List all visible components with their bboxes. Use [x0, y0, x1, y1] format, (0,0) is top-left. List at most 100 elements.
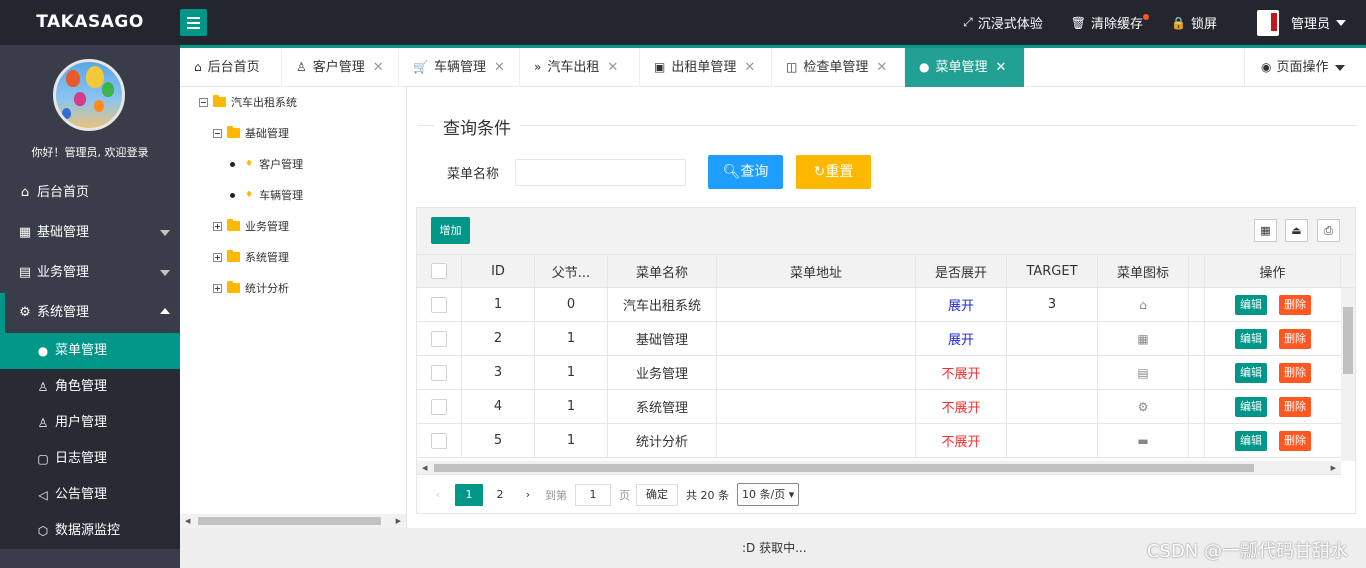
lock-screen-button[interactable]: 🔒 锁屏	[1157, 0, 1243, 45]
speaker-icon: ◁	[38, 488, 48, 502]
tab-home[interactable]: ⌂ 后台首页	[180, 48, 282, 87]
menu-table: 增加 ▦ ⏏ ⎙ ID 父节... 菜单名称 菜单地址 是否展开 TARGET …	[416, 207, 1356, 514]
edit-button[interactable]: 编辑	[1235, 362, 1267, 383]
tab-customer[interactable]: ♙ 客户管理 ✕	[282, 48, 399, 87]
col-target[interactable]: TARGET	[1007, 255, 1098, 287]
query-button[interactable]: 🔍︎查询	[708, 155, 783, 189]
expand-icon[interactable]	[213, 252, 222, 262]
collapse-icon[interactable]	[199, 97, 208, 107]
row-checkbox[interactable]	[431, 398, 447, 415]
scroll-left-icon[interactable]: ◀	[422, 464, 427, 472]
table-row: 5 1 统计分析 不展开 ▬ 编辑 删除	[417, 424, 1341, 458]
select-all-checkbox[interactable]	[431, 263, 447, 279]
tree-node-customer[interactable]: ♦ 客户管理	[230, 154, 303, 174]
tab-vehicle[interactable]: 🛒 车辆管理 ✕	[399, 48, 520, 87]
print-icon[interactable]: ⎙	[1317, 219, 1340, 242]
close-icon[interactable]: ✕	[876, 48, 887, 87]
sidebar-item-datasource[interactable]: ⬡ 数据源监控	[0, 513, 180, 549]
add-button[interactable]: 增加	[431, 217, 470, 244]
edit-button[interactable]: 编辑	[1235, 294, 1267, 315]
next-page-icon[interactable]: ›	[517, 484, 539, 506]
menu-name-input[interactable]	[515, 159, 686, 186]
cell-name: 汽车出租系统	[608, 288, 717, 321]
row-checkbox[interactable]	[431, 296, 447, 313]
sidebar-item-basic[interactable]: ▦ 基础管理	[0, 213, 180, 253]
caret-up-icon	[160, 308, 170, 314]
prev-page-icon[interactable]: ‹	[427, 484, 449, 506]
tree-node-basic[interactable]: 基础管理	[213, 123, 289, 143]
reset-button[interactable]: ↻重置	[796, 155, 871, 189]
goto-confirm-button[interactable]: 确定	[636, 483, 678, 506]
col-url[interactable]: 菜单地址	[717, 255, 916, 287]
columns-filter-icon[interactable]: ▦	[1254, 219, 1277, 242]
edit-button[interactable]: 编辑	[1235, 430, 1267, 451]
cell-id: 5	[462, 424, 535, 457]
cell-url	[717, 390, 916, 423]
sidebar-item-business[interactable]: ▤ 业务管理	[0, 253, 180, 293]
sidebar-item-home[interactable]: ⌂ 后台首页	[0, 173, 180, 213]
tree-node-vehicle[interactable]: ♦ 车辆管理	[230, 185, 303, 205]
user-menu[interactable]: 管理员	[1243, 0, 1366, 45]
table-header: ID 父节... 菜单名称 菜单地址 是否展开 TARGET 菜单图标 操作	[417, 254, 1355, 288]
cell-target	[1007, 356, 1098, 389]
scroll-right-icon[interactable]: ▶	[396, 517, 401, 525]
row-checkbox[interactable]	[431, 432, 447, 449]
tree-node-business[interactable]: 业务管理	[213, 216, 289, 236]
scroll-left-icon[interactable]: ◀	[185, 517, 190, 525]
export-icon[interactable]: ⏏	[1285, 219, 1308, 242]
close-icon[interactable]: ✕	[744, 48, 755, 87]
sidebar-item-menu[interactable]: ● 菜单管理	[0, 333, 180, 369]
tab-rent[interactable]: » 汽车出租 ✕	[520, 48, 640, 87]
cell-spread: 展开	[916, 322, 1007, 355]
scroll-right-icon[interactable]: ▶	[1331, 464, 1336, 472]
edit-button[interactable]: 编辑	[1235, 396, 1267, 417]
col-pid[interactable]: 父节...	[535, 255, 608, 287]
tab-rent-order[interactable]: ▣ 出租单管理 ✕	[640, 48, 772, 87]
clear-cache-button[interactable]: 🗑 清除缓存	[1057, 0, 1157, 45]
col-icon[interactable]: 菜单图标	[1098, 255, 1189, 287]
top-header: TAKASAGO ⤢ 沉浸式体验 🗑 清除缓存 🔒 锁屏 管理员	[0, 0, 1366, 45]
sidebar-item-system[interactable]: ⚙ 系统管理	[0, 293, 180, 333]
tree-horizontal-scrollbar[interactable]: ◀ ▶	[180, 514, 406, 528]
close-icon[interactable]: ✕	[996, 48, 1007, 87]
col-name[interactable]: 菜单名称	[608, 255, 717, 287]
tree-node-stats[interactable]: 统计分析	[213, 278, 289, 298]
page-2[interactable]: 2	[489, 484, 511, 506]
goto-page-input[interactable]: 1	[575, 483, 611, 506]
close-icon[interactable]: ✕	[607, 48, 618, 87]
edit-button[interactable]: 编辑	[1235, 328, 1267, 349]
table-vertical-scrollbar[interactable]	[1341, 288, 1355, 461]
sidebar-item-log[interactable]: ▢ 日志管理	[0, 441, 180, 477]
row-checkbox[interactable]	[431, 330, 447, 347]
delete-button[interactable]: 删除	[1279, 328, 1311, 349]
table-toolbar: 增加 ▦ ⏏ ⎙	[417, 208, 1355, 254]
close-icon[interactable]: ✕	[494, 48, 505, 87]
expand-icon[interactable]	[213, 221, 222, 231]
expand-icon[interactable]	[213, 283, 222, 293]
tab-menu[interactable]: ● 菜单管理 ✕	[905, 48, 1025, 87]
delete-button[interactable]: 删除	[1279, 362, 1311, 383]
col-spread[interactable]: 是否展开	[916, 255, 1007, 287]
sidebar-item-user[interactable]: ♙ 用户管理	[0, 405, 180, 441]
page-1[interactable]: 1	[455, 483, 483, 506]
table-horizontal-scrollbar[interactable]: ◀ ▶	[417, 461, 1341, 475]
sidebar-item-role[interactable]: ♙ 角色管理	[0, 369, 180, 405]
close-icon[interactable]: ✕	[373, 48, 384, 87]
page-operations-dropdown[interactable]: ◉ 页面操作	[1244, 48, 1366, 87]
delete-button[interactable]: 删除	[1279, 294, 1311, 315]
status-text: :D 获取中...	[742, 541, 807, 555]
collapse-icon[interactable]	[213, 128, 222, 138]
delete-button[interactable]: 删除	[1279, 430, 1311, 451]
tab-check-order[interactable]: ◫ 检查单管理 ✕	[772, 48, 905, 87]
sidebar-item-notice[interactable]: ◁ 公告管理	[0, 477, 180, 513]
fullscreen-button[interactable]: ⤢ 沉浸式体验	[949, 0, 1057, 45]
col-id[interactable]: ID	[462, 255, 535, 287]
page-size-select[interactable]: 10 条/页 ▾	[737, 483, 800, 506]
users-icon: ♙	[37, 416, 49, 430]
help-doc-icon: ▣	[654, 60, 666, 74]
delete-button[interactable]: 删除	[1279, 396, 1311, 417]
tree-node-system[interactable]: 系统管理	[213, 247, 289, 267]
tree-node-root[interactable]: 汽车出租系统	[199, 92, 297, 112]
menu-toggle-button[interactable]	[180, 9, 207, 36]
row-checkbox[interactable]	[431, 364, 447, 381]
